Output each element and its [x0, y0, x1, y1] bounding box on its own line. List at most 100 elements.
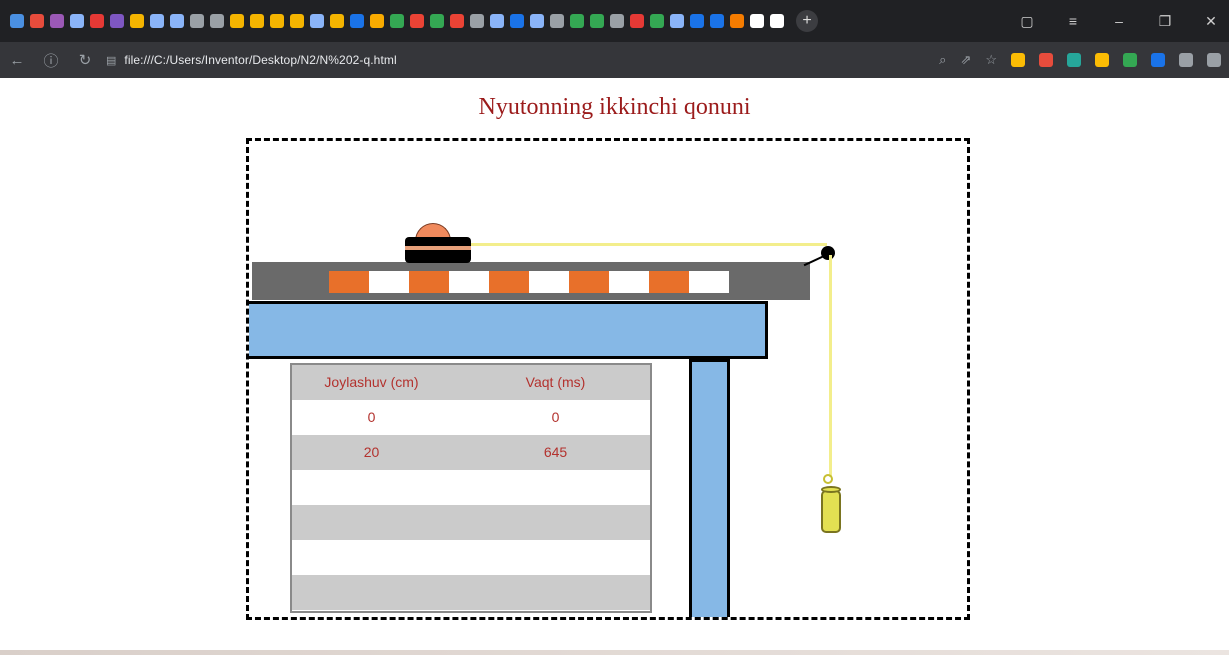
site-info-icon[interactable]: ⓘ [34, 50, 68, 71]
cell-time [471, 575, 650, 610]
tab-favicon-icon[interactable] [490, 14, 504, 28]
tab-favicon-icon[interactable] [470, 14, 484, 28]
tab-favicon-icon[interactable] [210, 14, 224, 28]
cell-position [292, 470, 471, 505]
zoom-icon[interactable]: ⌕ [939, 52, 946, 68]
data-table: Joylashuv (cm) Vaqt (ms) 0 0 20 645 [290, 363, 652, 613]
track-marker [689, 271, 729, 293]
cart[interactable] [405, 237, 471, 263]
track-marker [449, 271, 489, 293]
track-marker [489, 271, 529, 293]
tab-favicon-icon[interactable] [250, 14, 264, 28]
menu-icon[interactable]: ≡ [1065, 13, 1081, 29]
reload-icon[interactable]: ↻ [68, 51, 102, 69]
tab-favicon-icon[interactable] [710, 14, 724, 28]
extension-icon[interactable] [1207, 53, 1221, 67]
table-row: 0 0 [292, 400, 650, 435]
tab-favicon-icon[interactable] [630, 14, 644, 28]
tab-favicon-icon[interactable] [70, 14, 84, 28]
tab-favicon-icon[interactable] [110, 14, 124, 28]
close-icon[interactable]: ✕ [1203, 13, 1219, 30]
table-row [292, 575, 650, 610]
tab-favicon-icon[interactable] [170, 14, 184, 28]
simulation-frame: Joylashuv (cm) Vaqt (ms) 0 0 20 645 [246, 138, 970, 620]
tab-favicon-icon[interactable] [650, 14, 664, 28]
tab-favicon-icon[interactable] [230, 14, 244, 28]
window-controls: ▢ ≡ – ❐ ✕ [1019, 0, 1219, 42]
weight-hook [823, 474, 833, 484]
tab-favicon-icon[interactable] [550, 14, 564, 28]
extension-icon[interactable] [1179, 53, 1193, 67]
hanging-weight[interactable] [821, 490, 841, 533]
cell-time: 0 [551, 409, 560, 425]
tab-favicon-icon[interactable] [750, 14, 764, 28]
extension-icon[interactable] [1123, 53, 1137, 67]
tab-favicon-icon[interactable] [570, 14, 584, 28]
tab-favicon-icon[interactable] [10, 14, 24, 28]
file-icon: ▤ [106, 54, 117, 67]
tab-favicon-icon[interactable] [130, 14, 144, 28]
tab-favicon-icon[interactable] [330, 14, 344, 28]
browser-toolbar: ← ⓘ ↻ ▤ file:///C:/Users/Inventor/Deskto… [0, 42, 1229, 78]
tab-favicon-icon[interactable] [370, 14, 384, 28]
tab-favicon-icon[interactable] [50, 14, 64, 28]
header-position: Joylashuv (cm) [324, 374, 419, 390]
tab-favicon-icon[interactable] [450, 14, 464, 28]
tab-search-icon[interactable]: ▢ [1019, 13, 1035, 30]
tab-favicon-icon[interactable] [390, 14, 404, 28]
maximize-icon[interactable]: ❐ [1157, 13, 1173, 30]
table-row [292, 470, 650, 505]
cart-stripe [405, 246, 471, 250]
extension-icon[interactable] [1067, 53, 1081, 67]
extension-icon[interactable] [1039, 53, 1053, 67]
tab-favicon-icon[interactable] [530, 14, 544, 28]
tab-favicons [0, 14, 784, 28]
table-row: 20 645 [292, 435, 650, 470]
cell-time [471, 470, 650, 505]
tab-favicon-icon[interactable] [270, 14, 284, 28]
track-marker [369, 271, 409, 293]
minimize-icon[interactable]: – [1111, 13, 1127, 29]
tab-favicon-icon[interactable] [350, 14, 364, 28]
track-marker [409, 271, 449, 293]
share-icon[interactable]: ⇗ [960, 52, 971, 68]
string-vertical [829, 255, 832, 477]
cell-time: 645 [543, 444, 568, 460]
weight-cap [821, 486, 841, 493]
tab-favicon-icon[interactable] [150, 14, 164, 28]
track-marker [609, 271, 649, 293]
tab-favicon-icon[interactable] [290, 14, 304, 28]
cell-position [292, 505, 471, 540]
tab-favicon-icon[interactable] [670, 14, 684, 28]
browser-tab-strip: + ▢ ≡ – ❐ ✕ [0, 0, 1229, 42]
table-leg [689, 359, 730, 617]
back-icon[interactable]: ← [0, 52, 34, 69]
tab-favicon-icon[interactable] [690, 14, 704, 28]
cell-position: 20 [363, 444, 380, 460]
table-header: Joylashuv (cm) Vaqt (ms) [292, 365, 650, 400]
tab-favicon-icon[interactable] [770, 14, 784, 28]
extension-icon[interactable] [1095, 53, 1109, 67]
tab-favicon-icon[interactable] [730, 14, 744, 28]
address-bar[interactable]: file:///C:/Users/Inventor/Desktop/N2/N%2… [124, 53, 396, 67]
tab-favicon-icon[interactable] [410, 14, 424, 28]
tab-favicon-icon[interactable] [30, 14, 44, 28]
extension-icon[interactable] [1151, 53, 1165, 67]
table-row [292, 505, 650, 540]
tab-favicon-icon[interactable] [90, 14, 104, 28]
tab-favicon-icon[interactable] [430, 14, 444, 28]
page-bottom-divider [0, 650, 1229, 655]
table-top [249, 301, 768, 359]
cell-position [292, 540, 471, 575]
bookmark-icon[interactable]: ☆ [985, 52, 997, 68]
track-marker [329, 271, 369, 293]
extension-icon[interactable] [1011, 53, 1025, 67]
cell-time [471, 540, 650, 575]
track-marker [569, 271, 609, 293]
new-tab-button[interactable]: + [796, 10, 818, 32]
tab-favicon-icon[interactable] [590, 14, 604, 28]
tab-favicon-icon[interactable] [610, 14, 624, 28]
tab-favicon-icon[interactable] [510, 14, 524, 28]
tab-favicon-icon[interactable] [190, 14, 204, 28]
tab-favicon-icon[interactable] [310, 14, 324, 28]
